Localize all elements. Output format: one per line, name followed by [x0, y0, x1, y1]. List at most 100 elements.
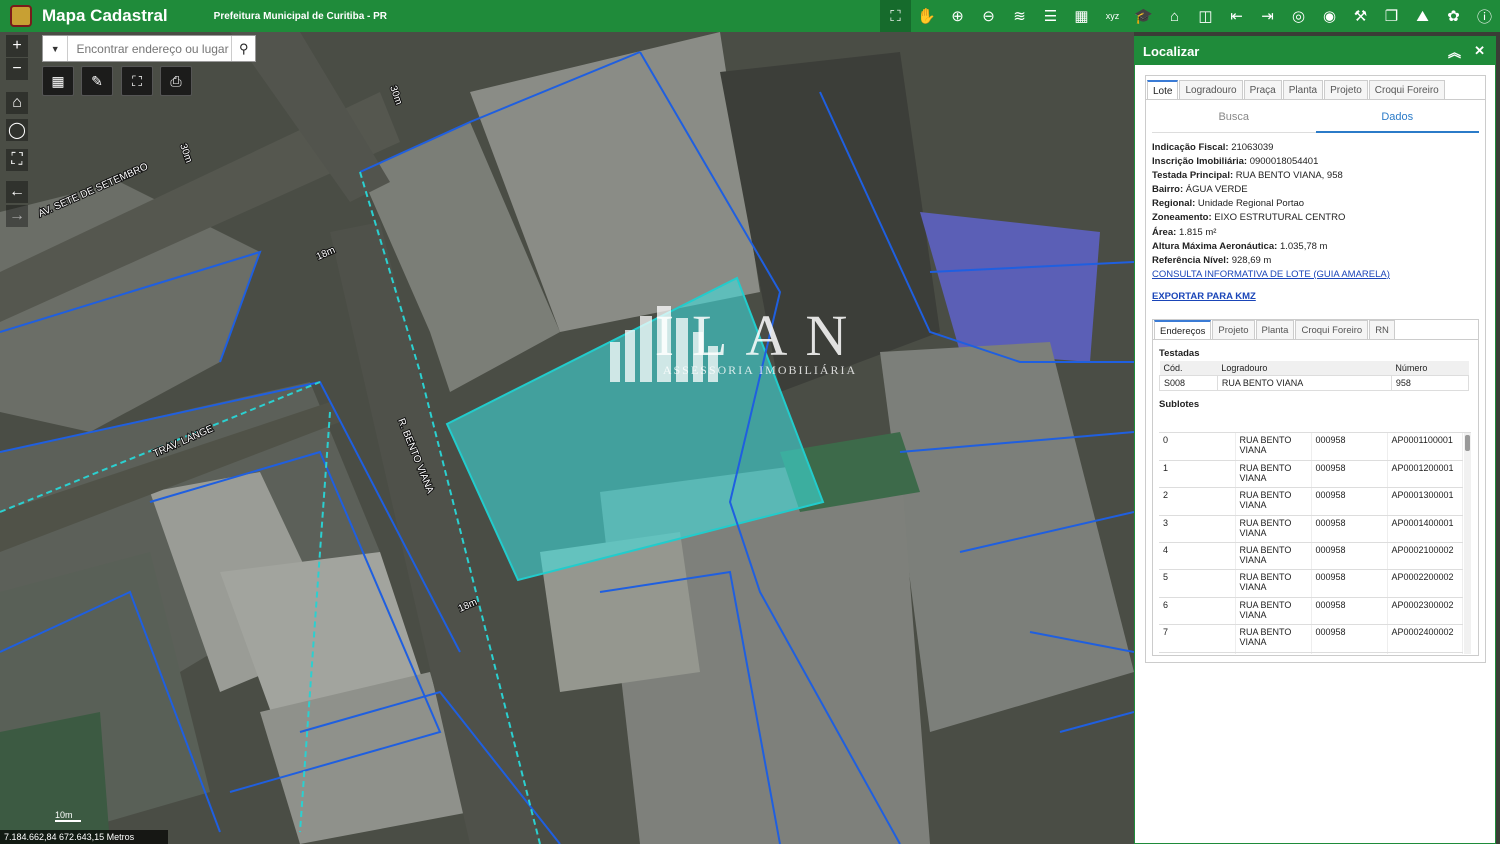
- table-row[interactable]: 3 RUA BENTO VIANA 000958 AP0001400001: [1159, 515, 1463, 544]
- zoom-out-icon[interactable]: ⊖: [973, 0, 1004, 32]
- column-header: Número: [1391, 361, 1469, 376]
- measure-pencil-button[interactable]: ✎: [81, 66, 113, 96]
- tab-rn[interactable]: RN: [1369, 320, 1395, 339]
- table-cell: 958: [1390, 375, 1470, 391]
- table-row[interactable]: 4 RUA BENTO VIANA 000958 AP0002100002: [1159, 542, 1463, 571]
- table-row[interactable]: 1 RUA BENTO VIANA 000958 AP0001200001: [1159, 460, 1463, 489]
- tab-planta-details[interactable]: Planta: [1255, 320, 1295, 339]
- table-cell: 6: [1159, 597, 1236, 626]
- subtab-dados[interactable]: Dados: [1315, 106, 1479, 133]
- search-source-dropdown[interactable]: ▼: [43, 36, 69, 61]
- hand-pan-icon[interactable]: ✋: [911, 0, 942, 32]
- tab-praca[interactable]: Praça: [1243, 80, 1282, 99]
- table-cell: 000958: [1311, 597, 1388, 626]
- building-icon[interactable]: ⌂: [1159, 0, 1190, 32]
- table-cell: AP0001100001: [1387, 433, 1463, 461]
- details-box: Endereços Projeto Planta Croqui Foreiro …: [1152, 319, 1479, 656]
- table-cell: RUA BENTO VIANA: [1235, 542, 1312, 571]
- panel-header: Localizar ︽ ✕: [1135, 37, 1495, 65]
- export-icon[interactable]: ⇥: [1252, 0, 1283, 32]
- search-icon[interactable]: ⚲: [231, 36, 255, 61]
- table-row: S008 RUA BENTO VIANA 958: [1159, 375, 1470, 391]
- table-cell: AP0003100003: [1387, 652, 1463, 654]
- list-icon[interactable]: ☰: [1035, 0, 1066, 32]
- toolbar: ⛶ ✋ ⊕ ⊖ ≋ ☰ ▦ xyz 🎓 ⌂ ◫ ⇤ ⇥ ◎ ◉ ⚒ ❐ ⛰ ✿ …: [880, 0, 1500, 32]
- table-cell: 4: [1159, 542, 1236, 571]
- forward-arrow-icon[interactable]: →: [6, 205, 28, 227]
- print-button[interactable]: ⎙: [160, 66, 192, 96]
- table-row[interactable]: 0 RUA BENTO VIANA 000958 AP0001100001: [1159, 433, 1463, 461]
- terrain-icon[interactable]: ⛰: [1407, 0, 1438, 32]
- table-cell: 3: [1159, 515, 1236, 544]
- panel-title: Localizar: [1143, 43, 1200, 59]
- tab-logradouro[interactable]: Logradouro: [1179, 80, 1243, 99]
- tab-projeto-details[interactable]: Projeto: [1212, 320, 1255, 339]
- table-header-row: Cód. Logradouro Número: [1159, 361, 1469, 376]
- tab-croqui-details[interactable]: Croqui Foreiro: [1295, 320, 1369, 339]
- basemap-gallery-button[interactable]: ▦: [42, 66, 74, 96]
- table-cell: 000958: [1311, 515, 1388, 544]
- search-type-tabs: Lote Logradouro Praça Planta Projeto Cro…: [1146, 80, 1485, 100]
- table-row[interactable]: 7 RUA BENTO VIANA 000958 AP0002400002: [1159, 624, 1463, 653]
- education-icon[interactable]: 🎓: [1128, 0, 1159, 32]
- xyz-icon[interactable]: xyz: [1097, 0, 1128, 32]
- sublotes-list: 0 RUA BENTO VIANA 000958 AP0001100001 1 RUA B…: [1159, 432, 1471, 654]
- scrollbar-thumb[interactable]: [1465, 435, 1470, 451]
- measure-icon[interactable]: ⚒: [1345, 0, 1376, 32]
- table-cell: AP0001200001: [1387, 460, 1463, 489]
- city-crest-logo: [10, 5, 32, 27]
- table-cell: 7: [1159, 624, 1236, 653]
- address-search: ▼ ⚲: [42, 35, 256, 62]
- layers-icon[interactable]: ≋: [1004, 0, 1035, 32]
- table-cell: RUA BENTO VIANA: [1216, 375, 1392, 391]
- import-icon[interactable]: ⇤: [1221, 0, 1252, 32]
- collapse-icon[interactable]: ︽: [1448, 42, 1461, 61]
- search-input[interactable]: [76, 41, 232, 56]
- table-cell: RUA BENTO VIANA: [1235, 597, 1312, 626]
- locate-icon[interactable]: ◯: [6, 119, 28, 141]
- panel-content: Lote Logradouro Praça Planta Projeto Cro…: [1145, 75, 1486, 663]
- info-icon[interactable]: ⓘ: [1469, 0, 1500, 32]
- table-cell: RUA BENTO VIANA: [1235, 433, 1312, 461]
- compare-icon[interactable]: ◫: [1190, 0, 1221, 32]
- zoom-in-icon[interactable]: ⊕: [942, 0, 973, 32]
- globe-icon[interactable]: ◉: [1314, 0, 1345, 32]
- field-altura: Altura Máxima Aeronáutica: 1.035,78 m: [1152, 240, 1328, 252]
- grid-icon[interactable]: ▦: [1066, 0, 1097, 32]
- select-tool-button[interactable]: ⛶: [121, 66, 153, 96]
- table-cell: 1: [1159, 460, 1236, 489]
- details-tabs: Endereços Projeto Planta Croqui Foreiro …: [1153, 320, 1478, 340]
- tab-croqui-foreiro[interactable]: Croqui Foreiro: [1368, 80, 1445, 99]
- table-cell: RUA BENTO VIANA: [1235, 460, 1312, 489]
- fullscreen-icon[interactable]: ⛶: [6, 149, 28, 171]
- map-view[interactable]: AV. SETE DE SETEMBRO TRAV. LANGE R. BENT…: [0, 32, 1134, 844]
- tab-lote[interactable]: Lote: [1147, 80, 1179, 99]
- coordinates-readout: 7.184.662,84 672.643,15 Metros: [0, 830, 168, 844]
- tab-planta[interactable]: Planta: [1282, 80, 1324, 99]
- table-row[interactable]: 5 RUA BENTO VIANA 000958 AP0002200002: [1159, 569, 1463, 598]
- table-cell: RUA BENTO VIANA: [1235, 569, 1312, 598]
- scrollbar[interactable]: [1464, 433, 1471, 654]
- watermark-logo-buildings-icon: [610, 306, 718, 382]
- consulta-informativa-link[interactable]: CONSULTA INFORMATIVA DE LOTE (GUIA AMARE…: [1152, 269, 1390, 280]
- zoom-out-button[interactable]: −: [6, 58, 28, 80]
- close-icon[interactable]: ✕: [1474, 43, 1485, 59]
- zoom-in-button[interactable]: +: [6, 35, 28, 57]
- tab-projeto[interactable]: Projeto: [1324, 80, 1368, 99]
- target-icon[interactable]: ◎: [1283, 0, 1314, 32]
- testadas-table: Cód. Logradouro Número S008 RUA BENTO VI…: [1159, 361, 1470, 391]
- home-icon[interactable]: ⌂: [6, 92, 28, 114]
- settings-icon[interactable]: ✿: [1438, 0, 1469, 32]
- subtab-busca[interactable]: Busca: [1152, 106, 1316, 133]
- table-row[interactable]: 6 RUA BENTO VIANA 000958 AP0002300002: [1159, 597, 1463, 626]
- tab-enderecos[interactable]: Endereços: [1154, 320, 1212, 339]
- export-kmz-link[interactable]: EXPORTAR PARA KMZ: [1152, 290, 1479, 304]
- sublotes-table: 0 RUA BENTO VIANA 000958 AP0001100001 1 RUA B…: [1159, 433, 1463, 654]
- table-cell: 000958: [1311, 487, 1388, 516]
- table-row[interactable]: 2 RUA BENTO VIANA 000958 AP0001300001: [1159, 487, 1463, 516]
- pointer-info-icon[interactable]: ⛶: [880, 0, 911, 32]
- back-arrow-icon[interactable]: ←: [6, 181, 28, 203]
- table-row[interactable]: 8RUA BENTO VIANA000958AP0003100003: [1159, 652, 1463, 654]
- table-cell: 2: [1159, 487, 1236, 516]
- stack-icon[interactable]: ❐: [1376, 0, 1407, 32]
